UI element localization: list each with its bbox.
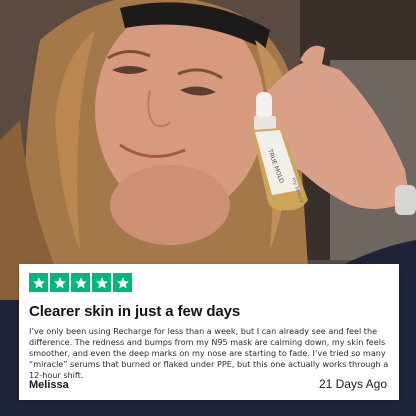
star-icon [50,273,69,292]
star-icon [113,273,132,292]
review-date: 21 Days Ago [318,377,387,391]
review-headline: Clearer skin in just a few days [29,303,241,320]
reviewer-name: Melissa [29,379,69,391]
rating-stars [29,273,389,292]
star-icon [92,273,111,292]
review-card: Clearer skin in just a few days I’ve onl… [19,264,399,400]
review-footer: Melissa 21 Days Ago [29,377,387,391]
review-body: I’ve only been using Recharge for less t… [29,326,389,380]
star-icon [29,273,48,292]
star-icon [71,273,90,292]
